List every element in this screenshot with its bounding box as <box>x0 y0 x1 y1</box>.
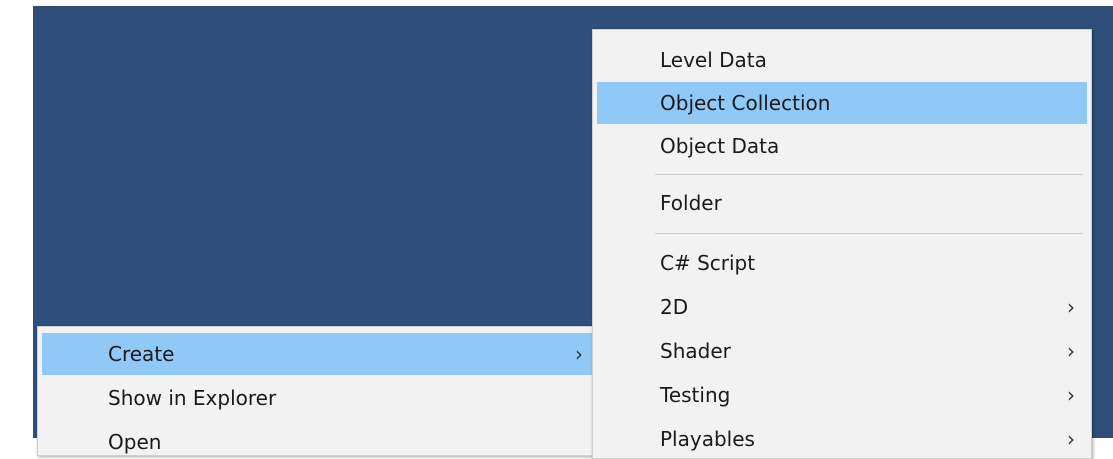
chevron-right-icon: › <box>1067 383 1075 407</box>
menu-item-label: Create <box>108 342 175 366</box>
menu-item-label: Object Collection <box>660 91 831 115</box>
menu-item-label: Level Data <box>660 48 767 72</box>
menu-separator <box>655 233 1083 234</box>
menu-item-label: Object Data <box>660 134 780 158</box>
menu-item-open[interactable]: Open <box>42 421 595 455</box>
menu-item-label: Open <box>108 430 162 454</box>
create-submenu: Level Data Object Collection Object Data… <box>592 29 1092 459</box>
chevron-right-icon: › <box>1067 339 1075 363</box>
menu-item-object-collection[interactable]: Object Collection <box>597 82 1087 124</box>
menu-item-label: C# Script <box>660 251 756 275</box>
chevron-right-icon: › <box>575 342 583 366</box>
menu-item-label: Show in Explorer <box>108 386 277 410</box>
menu-item-testing[interactable]: Testing › <box>597 374 1087 416</box>
menu-item-folder[interactable]: Folder <box>597 182 1087 224</box>
menu-item-create[interactable]: Create › <box>42 333 595 375</box>
menu-item-show-in-explorer[interactable]: Show in Explorer <box>42 377 595 419</box>
context-menu: Create › Show in Explorer Open <box>37 326 600 456</box>
menu-separator <box>655 174 1083 175</box>
menu-item-label: Playables <box>660 427 755 451</box>
menu-item-label: Folder <box>660 191 722 215</box>
menu-item-label: 2D <box>660 295 689 319</box>
menu-item-label: Testing <box>660 383 731 407</box>
chevron-right-icon: › <box>1067 295 1075 319</box>
menu-item-label: Shader <box>660 339 731 363</box>
menu-item-level-data[interactable]: Level Data <box>597 39 1087 81</box>
chevron-right-icon: › <box>1067 427 1075 451</box>
menu-item-2d[interactable]: 2D › <box>597 286 1087 328</box>
menu-item-playables[interactable]: Playables › <box>597 418 1087 458</box>
menu-item-object-data[interactable]: Object Data <box>597 125 1087 167</box>
menu-item-shader[interactable]: Shader › <box>597 330 1087 372</box>
menu-item-csharp-script[interactable]: C# Script <box>597 242 1087 284</box>
